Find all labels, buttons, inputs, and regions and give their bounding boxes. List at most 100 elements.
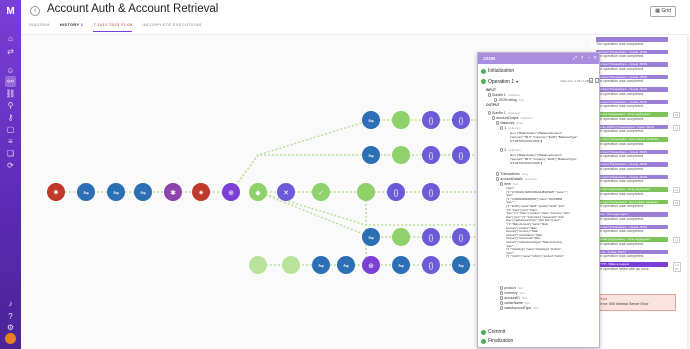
module-bottom-6[interactable]: ⇋ — [392, 256, 410, 274]
transactions-node[interactable]: Transactions Array — [496, 172, 528, 176]
execution-log-panel[interactable]: The operation was completed. Account Tran… — [592, 36, 690, 349]
module-json-mid[interactable]: {} — [387, 183, 405, 201]
module-upper-3[interactable]: {} — [422, 111, 440, 129]
log-entry[interactable]: Account Transactions - Create JSON The op… — [596, 149, 676, 161]
module-bottom-3[interactable]: ⇋ — [312, 256, 330, 274]
data-stores-icon[interactable]: ≡ — [5, 136, 16, 147]
connections-icon[interactable]: ⛓ — [5, 88, 16, 99]
balance-item-2[interactable]: 2 Collection — [500, 148, 521, 152]
log-entry[interactable]: Tools - Create JSON The operation was com… — [596, 249, 676, 261]
finalization-section[interactable]: Finalization — [481, 338, 513, 344]
field-cash-account-type[interactable]: cashAccountType Text — [500, 306, 538, 310]
module-http[interactable]: ⊕ — [222, 183, 240, 201]
close-icon[interactable]: ✕ — [592, 55, 598, 61]
module-second-2[interactable] — [392, 146, 410, 164]
module-json-mid-2[interactable]: {} — [422, 183, 440, 201]
settings-icon[interactable]: ⚙ — [5, 322, 16, 333]
help-icon[interactable]: ? — [579, 55, 585, 61]
module-upper-2[interactable] — [392, 111, 410, 129]
initialization-section[interactable]: Initialization — [481, 68, 514, 74]
notifications-icon[interactable]: ♪ — [5, 298, 16, 309]
module-lower-3[interactable]: {} — [422, 228, 440, 246]
users-icon[interactable]: ☺ — [5, 65, 16, 76]
log-entry[interactable]: Account Transactions - Create JSON The op… — [596, 99, 676, 111]
make-logo[interactable]: M — [4, 6, 17, 17]
more-button[interactable]: ⋮ — [594, 78, 599, 83]
module-router-main[interactable]: ◆ — [249, 183, 267, 201]
module-upper-1[interactable]: ⇋ — [362, 111, 380, 129]
log-bundle-count[interactable]: 11 — [673, 187, 681, 193]
log-bundle-count[interactable]: 11 — [673, 199, 681, 206]
log-bundle-count[interactable]: 11 — [673, 112, 681, 118]
module-bottom-2[interactable] — [282, 256, 300, 274]
log-entry[interactable]: Account Transactions - Create JSON The op… — [596, 49, 676, 61]
module-bottom-4[interactable]: ⇋ — [337, 256, 355, 274]
balance-item-1[interactable]: 1 Collection — [500, 126, 521, 130]
module-router-mid[interactable] — [357, 183, 375, 201]
output-bundle[interactable]: Bundle 1 Collection — [488, 111, 520, 115]
module-upper-4[interactable]: {} — [452, 111, 470, 129]
log-entry[interactable]: Account Transactions - Create JSON The op… — [596, 62, 676, 73]
expand-icon[interactable]: ⤢ — [572, 55, 578, 61]
log-entry[interactable]: Parse JSON (Transactions) - Parse JSON Th… — [596, 124, 681, 136]
log-entry[interactable]: Iterator (Aggregator) - Array aggregator… — [596, 237, 681, 248]
input-bundle[interactable]: Bundle 1 Collection — [488, 93, 520, 97]
keys-icon[interactable]: ⚷ — [5, 112, 16, 123]
module-bottom-7[interactable]: {} — [422, 256, 440, 274]
log-bundle-count[interactable]: 11 — [673, 124, 681, 131]
home-icon[interactable]: ⌂ — [5, 33, 16, 44]
module-webhook[interactable]: ✷ — [47, 183, 65, 201]
json-string-field[interactable]: JSON string Text — [494, 98, 524, 102]
log-entry[interactable]: Account Transactions - Create JSON The op… — [596, 174, 676, 186]
module-second-1[interactable]: ⇋ — [362, 146, 380, 164]
tab-execution-date[interactable]: 7 JULY 2023 21:08 — [93, 22, 133, 32]
field-owner-name[interactable]: ownerName Text — [500, 301, 530, 305]
log-scrollbar[interactable] — [687, 36, 689, 349]
back-button[interactable]: ‹ — [30, 6, 40, 16]
tab-history[interactable]: HISTORY 1 — [60, 22, 84, 32]
field-currency[interactable]: currency Text — [500, 291, 525, 295]
module-flow-a[interactable]: ✕ — [277, 183, 295, 201]
tab-diagram[interactable]: DIAGRAM — [29, 22, 50, 32]
webhooks-icon[interactable]: ⚲ — [5, 100, 16, 111]
log-entry[interactable]: Iterator (Aggregator) - Array aggregator… — [596, 112, 681, 123]
module-second-4[interactable]: {} — [452, 146, 470, 164]
flow-icon[interactable]: ⟳ — [5, 160, 16, 171]
log-module-label[interactable]: Account Transactions - Set multiple vari… — [596, 137, 668, 142]
log-entry[interactable]: Account Transactions - Create JSON The op… — [596, 87, 676, 98]
module-tools[interactable]: ✷ — [192, 183, 210, 201]
grid-button[interactable]: ▦ Grid — [650, 6, 676, 17]
commit-section[interactable]: Commit — [481, 329, 505, 335]
module-lower-2[interactable] — [392, 228, 410, 246]
balances-node[interactable]: Balances Array — [496, 121, 523, 125]
module-router-1[interactable]: ⇋ — [77, 183, 95, 201]
log-bundle-count[interactable]: 1.0 kb — [673, 262, 682, 272]
log-entry[interactable]: Account Transactions - Create JSON The op… — [596, 224, 676, 236]
field-account-id[interactable]: accountID Text — [500, 296, 527, 300]
log-entry[interactable]: Flow - Text aggregator The operation was … — [596, 212, 676, 223]
module-bottom-8[interactable]: ⇋ — [452, 256, 470, 274]
account-details-node[interactable]: accountDetails Collection — [496, 177, 537, 181]
log-entry[interactable]: Account Transactions - Create JSON The op… — [596, 162, 676, 173]
item-node[interactable]: Item Text — [500, 182, 518, 186]
module-second-3[interactable]: {} — [422, 146, 440, 164]
module-lower-1[interactable]: ⇋ — [362, 228, 380, 246]
module-bottom-1[interactable] — [249, 256, 267, 274]
help-icon[interactable]: ? — [5, 311, 16, 322]
tab-incomplete-executions[interactable]: INCOMPLETE EXECUTIONS — [142, 22, 201, 32]
account-output-node[interactable]: accountOutput Collection — [492, 116, 533, 120]
json-inspector-dialog[interactable]: JSON ⤢ ? – ✕ Initialization Operation 1 ▾… — [477, 52, 600, 348]
module-bottom-5[interactable]: ⊕ — [362, 256, 380, 274]
log-bundle-count[interactable]: 11 — [673, 237, 681, 243]
devices-icon[interactable]: ▢ — [5, 124, 16, 135]
module-gear[interactable]: ✱ — [164, 183, 182, 201]
json-view-button[interactable]: {} — [588, 78, 593, 83]
module-flow-b[interactable]: ✓ — [312, 183, 330, 201]
module-router-3[interactable]: ⇋ — [134, 183, 152, 201]
scenarios-icon[interactable]: ⚯ — [5, 76, 16, 87]
field-product[interactable]: product Text — [500, 286, 523, 290]
log-entry[interactable]: Iterator (Aggregator) - Array aggregator… — [596, 187, 681, 198]
module-router-2[interactable]: ⇋ — [107, 183, 125, 201]
log-entry[interactable]: The operation was completed. — [596, 37, 676, 48]
templates-icon[interactable]: ❏ — [5, 148, 16, 159]
